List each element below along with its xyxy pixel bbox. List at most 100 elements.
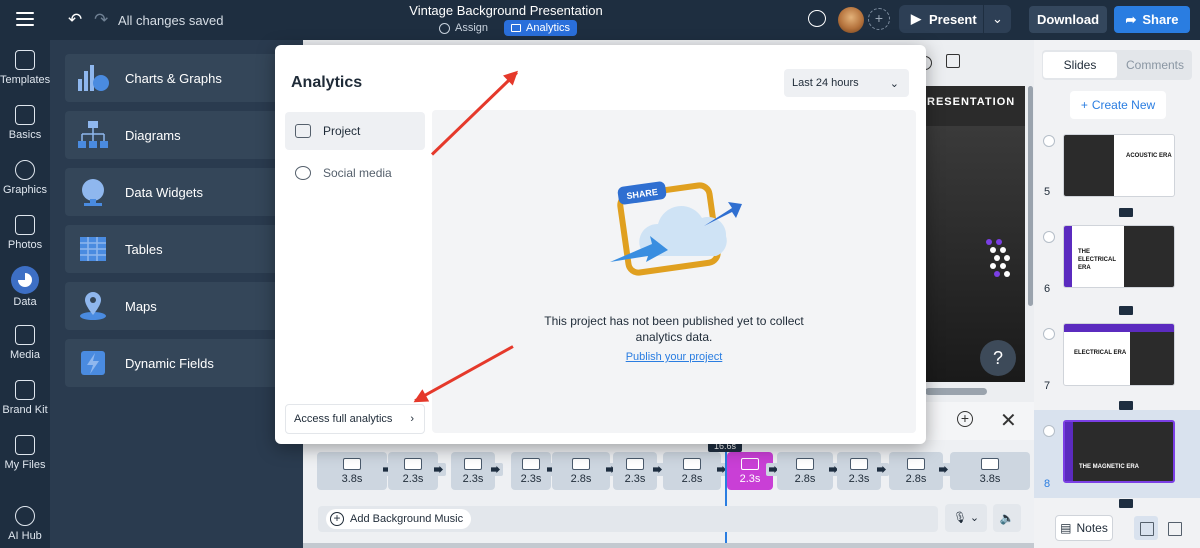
nav-label: Social media — [323, 166, 392, 180]
slide-thumbnail-5[interactable]: ACOUSTIC ERA — [1063, 134, 1175, 197]
close-timeline-icon[interactable]: ✕ — [1000, 408, 1017, 433]
rail-label: AI Hub — [8, 530, 42, 542]
transition-icon[interactable] — [1119, 401, 1133, 410]
nav-project[interactable]: Project — [285, 112, 425, 150]
transition-icon[interactable] — [1119, 499, 1133, 508]
assign-button[interactable]: Assign — [439, 20, 488, 36]
category-data-widgets[interactable]: Data Widgets — [65, 168, 290, 216]
slide-options-icon[interactable] — [1043, 135, 1055, 147]
category-diagrams[interactable]: Diagrams — [65, 111, 290, 159]
help-button[interactable]: ? — [980, 340, 1016, 376]
clip-duration: 2.8s — [570, 473, 592, 485]
thumb-title: ELECTRICAL ERA — [1074, 350, 1127, 356]
rail-item-basics[interactable]: Basics — [0, 105, 50, 141]
rail-item-brand-kit[interactable]: Brand Kit — [0, 380, 50, 416]
category-dynamic-fields[interactable]: Dynamic Fields — [65, 339, 290, 387]
category-label: Maps — [125, 298, 157, 314]
chevron-down-icon: ⌄ — [889, 77, 899, 90]
timeline-clip[interactable]: 2.8s — [663, 452, 721, 490]
access-full-analytics-button[interactable]: Access full analytics › — [285, 404, 425, 434]
rail-label: Media — [10, 349, 40, 361]
period-value: Last 24 hours — [792, 77, 859, 89]
search-slide-icon[interactable] — [946, 54, 960, 68]
clip-thumbnail-icon — [343, 458, 361, 470]
canvas-horizontal-scrollbar[interactable] — [925, 388, 987, 395]
table-icon — [80, 237, 106, 261]
add-collaborator-icon[interactable]: + — [868, 8, 890, 30]
map-pin-icon — [80, 292, 106, 320]
analytics-label: Analytics — [526, 22, 571, 34]
download-button[interactable]: Download — [1029, 6, 1107, 33]
category-tables[interactable]: Tables — [65, 225, 290, 273]
rail-item-ai-hub[interactable]: AI Hub — [0, 506, 50, 542]
timeline-clip[interactable]: 3.8s — [950, 452, 1030, 490]
zoom-in-icon[interactable]: + — [957, 411, 973, 427]
transition-icon[interactable] — [431, 463, 446, 476]
notes-button[interactable]: ▤ Notes — [1055, 515, 1113, 541]
transition-icon[interactable] — [1119, 306, 1133, 315]
list-view-icon[interactable] — [1162, 516, 1186, 540]
rail-item-graphics[interactable]: Graphics — [0, 160, 50, 196]
microphone-dropdown[interactable]: 🎙 ⌄ — [945, 504, 987, 532]
present-label: Present — [929, 11, 977, 27]
text-icon — [15, 105, 35, 125]
transition-icon[interactable] — [488, 463, 503, 476]
rail-item-templates[interactable]: Templates — [0, 50, 50, 86]
present-dropdown-chevron-icon[interactable]: ⌄ — [983, 5, 1011, 33]
slide-number: 5 — [1044, 186, 1051, 198]
lightning-icon — [81, 351, 105, 375]
nav-label: Project — [323, 124, 361, 138]
slide-options-icon[interactable] — [1043, 231, 1055, 243]
transition-icon[interactable] — [936, 463, 951, 476]
tab-slides[interactable]: Slides — [1043, 52, 1117, 78]
analytics-button[interactable]: Analytics — [504, 20, 578, 36]
clip-thumbnail-icon — [683, 458, 701, 470]
slide-thumbnail-6[interactable]: THE ELECTRICAL ERA — [1063, 225, 1175, 288]
slide-options-icon[interactable] — [1043, 328, 1055, 340]
rail-label: Brand Kit — [2, 404, 48, 416]
rail-item-my-files[interactable]: My Files — [0, 435, 50, 471]
canvas-vertical-scrollbar[interactable] — [1028, 86, 1033, 306]
assign-icon — [439, 22, 450, 34]
media-icon — [15, 325, 35, 345]
clip-duration: 2.3s — [739, 473, 761, 485]
add-background-music-button[interactable]: + Add Background Music — [326, 509, 472, 529]
timeline-clip[interactable]: 2.8s — [552, 452, 610, 490]
rail-label: Graphics — [2, 184, 48, 196]
rail-item-media[interactable]: Media — [0, 325, 50, 361]
period-select[interactable]: Last 24 hours ⌄ — [784, 69, 909, 97]
clip-thumbnail-icon — [981, 458, 999, 470]
comments-icon[interactable] — [808, 10, 826, 27]
rail-item-data[interactable]: Data — [0, 266, 50, 308]
transition-icon[interactable] — [874, 463, 889, 476]
user-avatar[interactable] — [838, 7, 864, 33]
slide-options-icon[interactable] — [1043, 425, 1055, 437]
rail-item-photos[interactable]: Photos — [0, 215, 50, 251]
current-slide[interactable]: RESENTATION — [923, 86, 1025, 382]
timeline-scrollbar[interactable] — [303, 543, 1034, 548]
share-button[interactable]: ➦ Share — [1114, 6, 1190, 33]
bar-chart-icon — [78, 65, 109, 91]
slide-thumbnail-7[interactable]: ELECTRICAL ERA — [1063, 323, 1175, 386]
clip-duration: 2.3s — [462, 473, 484, 485]
category-maps[interactable]: Maps — [65, 282, 290, 330]
tab-comments[interactable]: Comments — [1118, 52, 1192, 78]
timeline-clip[interactable]: 3.8s — [317, 452, 387, 490]
transition-icon[interactable] — [1119, 208, 1133, 217]
thumb-accent — [1064, 226, 1072, 287]
nav-social-media[interactable]: Social media — [285, 154, 425, 192]
volume-icon[interactable]: 🔈 — [993, 504, 1021, 532]
timeline-clip[interactable]: 2.8s — [889, 452, 943, 490]
clip-thumbnail-icon — [572, 458, 590, 470]
slide-thumbnail-8[interactable]: THE MAGNETIC ERA — [1063, 420, 1175, 483]
create-new-button[interactable]: + Create New — [1070, 91, 1166, 119]
analytics-icon — [511, 24, 521, 32]
present-button[interactable]: ▶ Present — [899, 5, 983, 33]
slide-title: RESENTATION — [927, 96, 1016, 108]
link-text: Publish your project — [625, 351, 723, 363]
category-label: Diagrams — [125, 127, 181, 143]
rail-label: Templates — [0, 74, 51, 86]
timeline-clip[interactable]: 2.8s — [777, 452, 833, 490]
grid-view-icon[interactable] — [1134, 516, 1158, 540]
category-charts-graphs[interactable]: Charts & Graphs — [65, 54, 290, 102]
